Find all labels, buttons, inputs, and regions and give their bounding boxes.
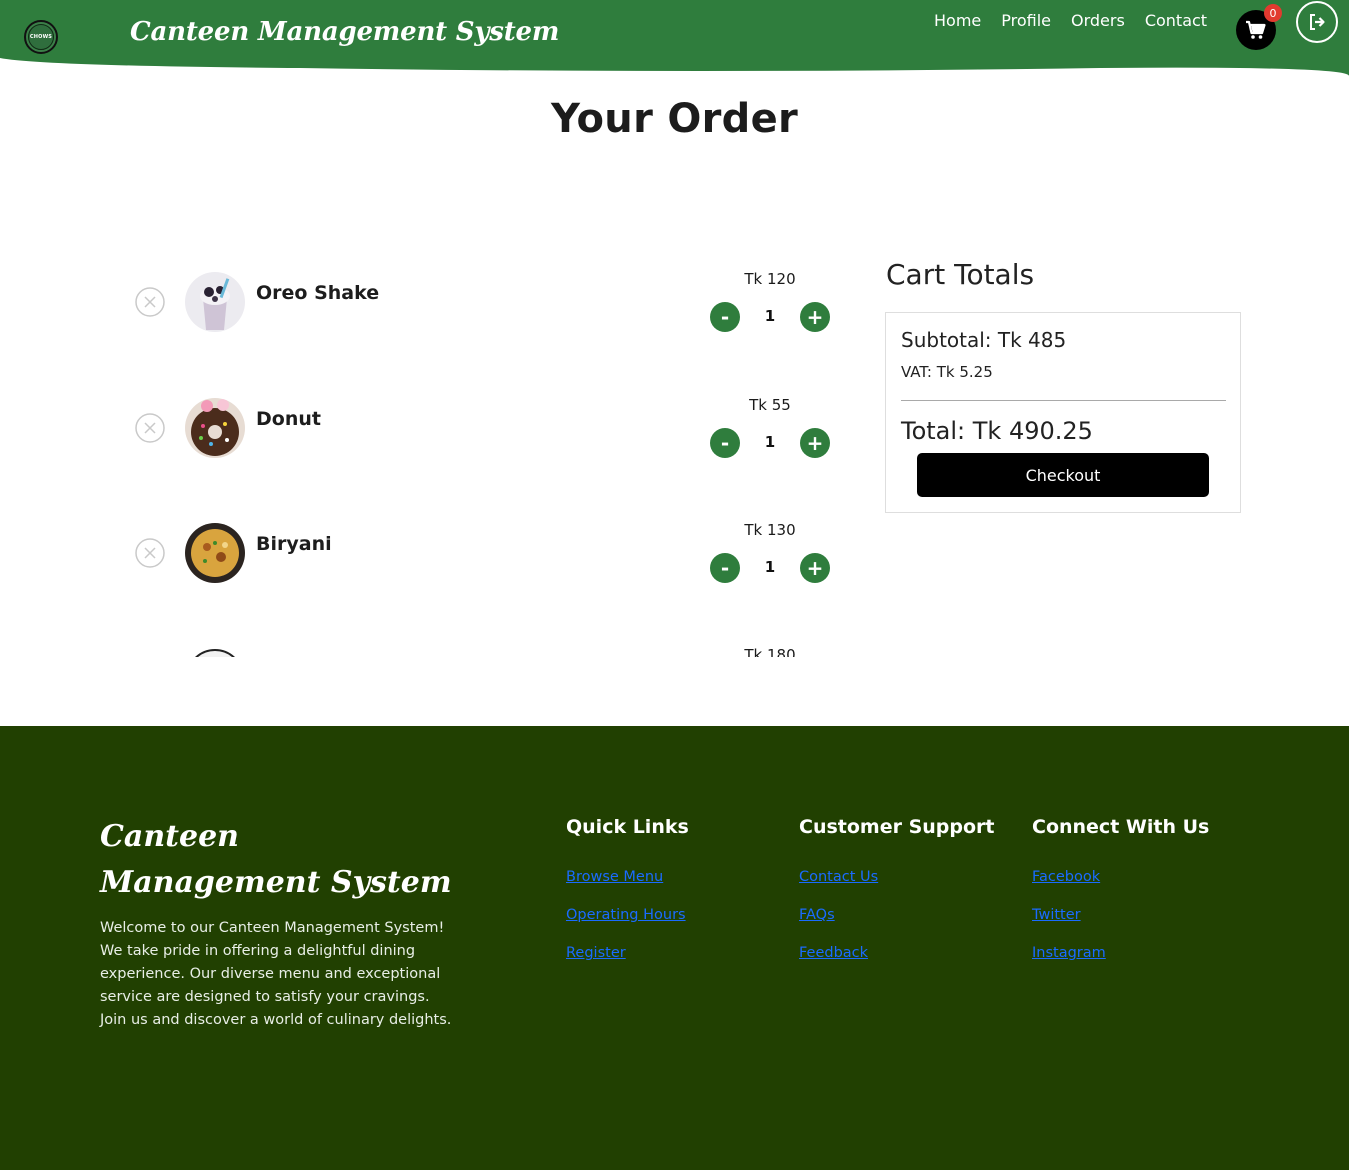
item-price: Tk 120	[744, 270, 796, 288]
decrease-quantity-button[interactable]: -	[710, 302, 740, 332]
cart-items-list[interactable]: Oreo Shake Tk 120 - 1 + Donut Tk 55 - 1 …	[130, 255, 850, 657]
remove-item-icon[interactable]	[135, 413, 165, 443]
footer-brand: Canteen Management System	[100, 819, 452, 900]
logo-text: CHOWS	[28, 24, 54, 50]
link-twitter[interactable]: Twitter	[1032, 907, 1081, 923]
remove-item-icon[interactable]	[135, 287, 165, 317]
link-contact-us[interactable]: Contact Us	[799, 869, 878, 885]
item-name: Biryani	[256, 533, 332, 555]
sign-out-icon	[1310, 14, 1325, 30]
footer-customer-support: Customer Support Contact Us FAQs Feedbac…	[799, 816, 995, 980]
item-image-biryani	[185, 523, 245, 583]
quantity-value: 1	[764, 433, 776, 451]
increase-quantity-button[interactable]: +	[800, 553, 830, 583]
footer-heading: Customer Support	[799, 816, 995, 838]
link-register[interactable]: Register	[566, 945, 626, 961]
total: Total: Tk 490.25	[901, 417, 1093, 445]
footer-heading: Quick Links	[566, 816, 689, 838]
link-faqs[interactable]: FAQs	[799, 907, 835, 923]
cart-icon	[1246, 20, 1266, 39]
cart-item: Biryani Tk 130 - 1 +	[130, 506, 850, 586]
link-instagram[interactable]: Instagram	[1032, 945, 1106, 961]
checkout-button[interactable]: Checkout	[917, 453, 1209, 497]
item-image-dish	[185, 648, 245, 657]
link-browse-menu[interactable]: Browse Menu	[566, 869, 663, 885]
page-title: Your Order	[550, 96, 799, 142]
nav-contact[interactable]: Contact	[1145, 11, 1207, 30]
footer-about: Welcome to our Canteen Management System…	[100, 920, 452, 1028]
footer-quick-links: Quick Links Browse Menu Operating Hours …	[566, 816, 689, 980]
cart-item: Donut Tk 55 - 1 +	[130, 381, 850, 461]
quantity-stepper: - 1 +	[710, 552, 832, 584]
footer-heading: Connect With Us	[1032, 816, 1210, 838]
nav-orders[interactable]: Orders	[1071, 11, 1125, 30]
item-price: Tk 55	[749, 396, 791, 414]
main-nav: Home Profile Orders Contact	[934, 11, 1227, 30]
vat: VAT: Tk 5.25	[901, 363, 993, 381]
item-price: Tk 180	[744, 646, 796, 657]
link-facebook[interactable]: Facebook	[1032, 869, 1100, 885]
footer-connect: Connect With Us Facebook Twitter Instagr…	[1032, 816, 1209, 980]
item-price: Tk 130	[744, 521, 796, 539]
nav-profile[interactable]: Profile	[1001, 11, 1051, 30]
logo[interactable]: CHOWS	[24, 20, 58, 54]
logout-button[interactable]	[1296, 1, 1338, 43]
quantity-stepper: - 1 +	[710, 301, 832, 333]
cart-totals-title: Cart Totals	[886, 258, 1035, 291]
nav-home[interactable]: Home	[934, 11, 981, 30]
divider	[901, 400, 1226, 401]
link-feedback[interactable]: Feedback	[799, 945, 868, 961]
quantity-value: 1	[764, 307, 776, 325]
top-header: CHOWS Canteen Management System Home Pro…	[0, 0, 1349, 76]
site-brand[interactable]: Canteen Management System	[130, 17, 559, 47]
item-name: Donut	[256, 408, 321, 430]
item-image-donut	[185, 398, 245, 458]
item-image-oreo-shake	[185, 272, 245, 332]
cart-count-badge: 0	[1264, 4, 1282, 22]
cart-item: Tk 180	[130, 631, 850, 657]
item-name: Oreo Shake	[256, 282, 380, 304]
decrease-quantity-button[interactable]: -	[710, 553, 740, 583]
link-operating-hours[interactable]: Operating Hours	[566, 907, 686, 923]
quantity-stepper: - 1 +	[710, 427, 832, 459]
subtotal: Subtotal: Tk 485	[901, 328, 1067, 352]
footer: Canteen Management System Welcome to our…	[0, 726, 1349, 1170]
increase-quantity-button[interactable]: +	[800, 428, 830, 458]
cart-totals-box: Subtotal: Tk 485 VAT: Tk 5.25 Total: Tk …	[885, 312, 1241, 513]
quantity-value: 1	[764, 558, 776, 576]
cart-item: Oreo Shake Tk 120 - 1 +	[130, 255, 850, 335]
increase-quantity-button[interactable]: +	[800, 302, 830, 332]
remove-item-icon[interactable]	[135, 538, 165, 568]
decrease-quantity-button[interactable]: -	[710, 428, 740, 458]
